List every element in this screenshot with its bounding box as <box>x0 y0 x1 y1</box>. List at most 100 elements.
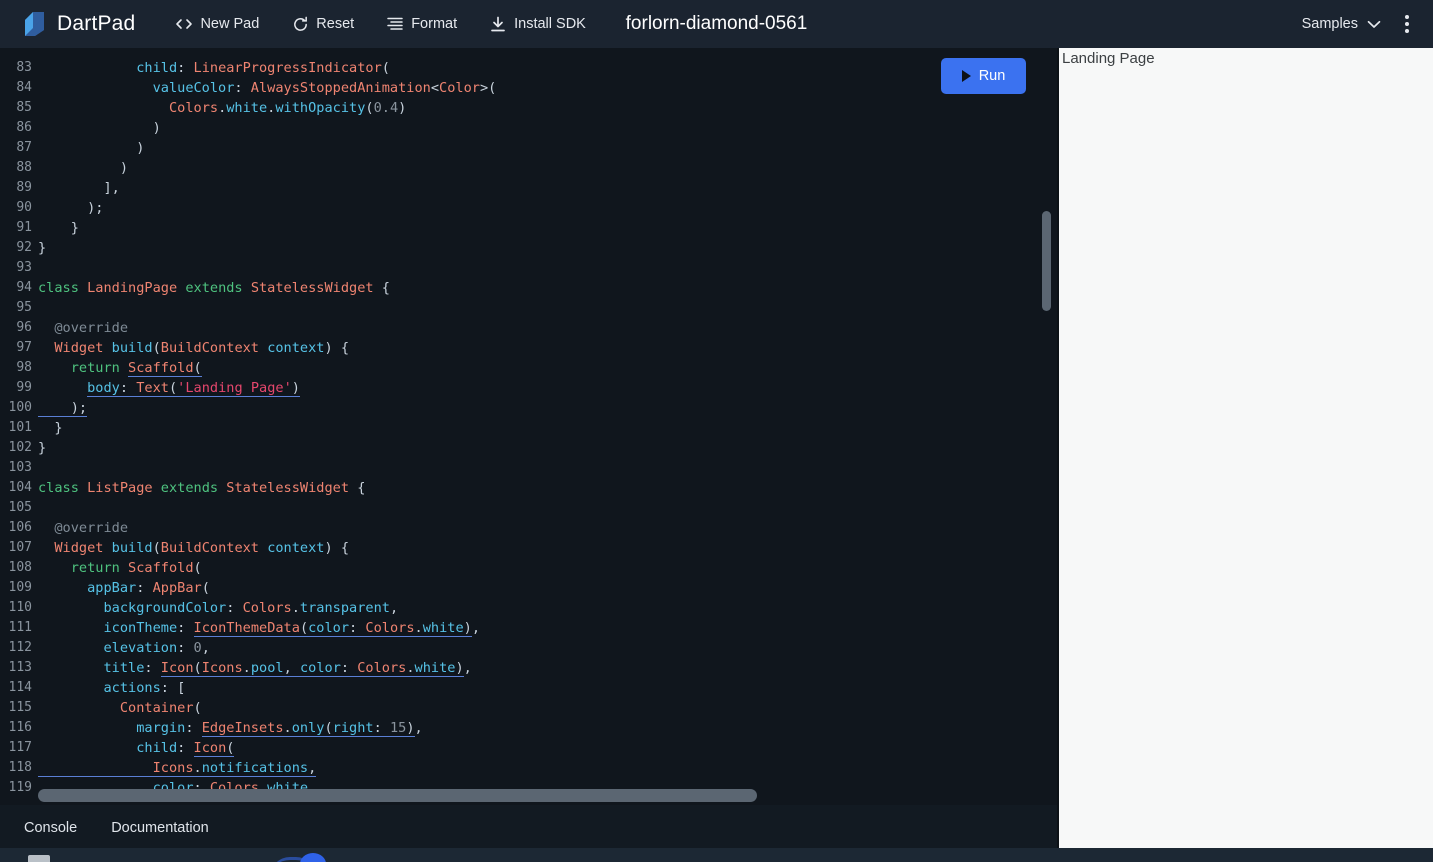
editor-horizontal-scrollbar-track[interactable] <box>38 789 1048 802</box>
code-line[interactable] <box>38 298 1057 318</box>
code-line[interactable]: title: Icon(Icons.pool, color: Colors.wh… <box>38 658 1057 678</box>
code-line[interactable]: @override <box>38 318 1057 338</box>
code-line[interactable]: child: Icon( <box>38 738 1057 758</box>
code-token: < <box>430 80 440 96</box>
code-token: margin <box>136 720 186 736</box>
tab-console[interactable]: Console <box>12 812 89 844</box>
code-line[interactable]: ], <box>38 178 1057 198</box>
code-token: ); <box>38 200 104 216</box>
code-token: BuildContext <box>160 540 259 556</box>
code-token: : <box>144 660 161 676</box>
code-token: ) <box>463 620 472 637</box>
code-token: : [ <box>160 680 186 696</box>
editor-vertical-scrollbar[interactable] <box>1042 211 1051 311</box>
code-token: build <box>111 540 153 556</box>
code-token: : <box>177 740 194 756</box>
code-token: color <box>299 660 341 677</box>
dartpad-app: DartPad New Pad Reset Format Install SDK… <box>0 0 1433 862</box>
reset-button[interactable]: Reset <box>283 10 362 38</box>
code-token: build <box>111 340 153 356</box>
code-token: @override <box>38 520 129 536</box>
code-token: white <box>226 100 268 116</box>
code-line[interactable]: Icons.notifications, <box>38 758 1057 778</box>
code-token: Colors <box>357 660 407 677</box>
code-token: 0.4 <box>373 100 399 116</box>
code-token: Widget <box>54 540 104 556</box>
tab-documentation[interactable]: Documentation <box>99 812 221 844</box>
editor-horizontal-scrollbar[interactable] <box>38 789 757 802</box>
brand-area[interactable]: DartPad <box>22 11 135 37</box>
code-line[interactable]: ) <box>38 118 1057 138</box>
code-token: child <box>136 60 178 76</box>
code-token: ( <box>168 380 178 397</box>
code-token: : <box>177 640 194 656</box>
code-line[interactable]: Container( <box>38 698 1057 718</box>
code-token: title <box>103 660 145 676</box>
code-editor[interactable]: 83 84 85 86 87 88 89 90 91 92 93 94 95 96 97 98 99 100 101… <box>0 48 1057 805</box>
code-line[interactable]: class LandingPage extends StatelessWidge… <box>38 278 1057 298</box>
install-sdk-button[interactable]: Install SDK <box>481 10 594 38</box>
code-token: white <box>422 620 464 637</box>
code-line[interactable]: } <box>38 438 1057 458</box>
code-token: ListPage <box>87 480 153 496</box>
taskbar-item-icon <box>28 855 50 862</box>
code-line[interactable]: actions: [ <box>38 678 1057 698</box>
code-line[interactable]: body: Text('Landing Page') <box>38 378 1057 398</box>
code-token: ) { <box>324 340 350 356</box>
line-number: 117 <box>8 740 32 755</box>
code-token: , <box>308 760 317 777</box>
code-line[interactable]: margin: EdgeInsets.only(right: 15), <box>38 718 1057 738</box>
line-number: 106 <box>8 520 32 535</box>
code-line[interactable]: } <box>38 218 1057 238</box>
install-sdk-label: Install SDK <box>514 16 586 32</box>
format-button[interactable]: Format <box>378 10 465 38</box>
code-line[interactable] <box>38 258 1057 278</box>
code-line[interactable]: child: LinearProgressIndicator( <box>38 58 1057 78</box>
code-token: @override <box>38 320 129 336</box>
code-token: , <box>201 640 210 656</box>
code-token: ( <box>299 620 309 637</box>
code-line[interactable]: ); <box>38 398 1057 418</box>
code-line[interactable]: return Scaffold( <box>38 558 1057 578</box>
code-line[interactable]: Colors.white.withOpacity(0.4) <box>38 98 1057 118</box>
code-line[interactable]: } <box>38 238 1057 258</box>
run-button[interactable]: Run <box>941 58 1026 94</box>
code-line[interactable] <box>38 498 1057 518</box>
code-token: ( <box>193 560 202 576</box>
refresh-icon <box>291 15 309 33</box>
code-token: : <box>349 620 366 637</box>
code-token: color <box>308 620 350 637</box>
code-line[interactable] <box>38 458 1057 478</box>
code-content[interactable]: child: LinearProgressIndicator( valueCol… <box>38 48 1057 805</box>
code-token: AlwaysStoppedAnimation <box>250 80 431 96</box>
new-pad-button[interactable]: New Pad <box>167 10 267 38</box>
code-line[interactable]: appBar: AppBar( <box>38 578 1057 598</box>
code-line[interactable]: } <box>38 418 1057 438</box>
code-line[interactable]: Widget build(BuildContext context) { <box>38 538 1057 558</box>
code-line[interactable]: backgroundColor: Colors.transparent, <box>38 598 1057 618</box>
code-token: ( <box>193 700 202 716</box>
code-token: Icons <box>201 660 243 677</box>
code-token: ( <box>152 340 161 356</box>
code-line[interactable]: Widget build(BuildContext context) { <box>38 338 1057 358</box>
code-token: , <box>463 660 472 676</box>
code-token: ) <box>398 100 407 116</box>
samples-dropdown[interactable]: Samples <box>1294 10 1389 38</box>
code-token: { <box>373 280 390 296</box>
code-line[interactable]: ); <box>38 198 1057 218</box>
more-vertical-icon[interactable] <box>1395 7 1419 41</box>
code-line[interactable]: ) <box>38 138 1057 158</box>
code-line[interactable]: elevation: 0, <box>38 638 1057 658</box>
code-line[interactable]: ) <box>38 158 1057 178</box>
code-token: AppBar <box>152 580 202 596</box>
code-line[interactable]: iconTheme: IconThemeData(color: Colors.w… <box>38 618 1057 638</box>
code-line[interactable]: @override <box>38 518 1057 538</box>
code-token: : <box>373 720 390 737</box>
code-line[interactable]: class ListPage extends StatelessWidget { <box>38 478 1057 498</box>
code-line[interactable]: valueColor: AlwaysStoppedAnimation<Color… <box>38 78 1057 98</box>
code-line[interactable]: return Scaffold( <box>38 358 1057 378</box>
